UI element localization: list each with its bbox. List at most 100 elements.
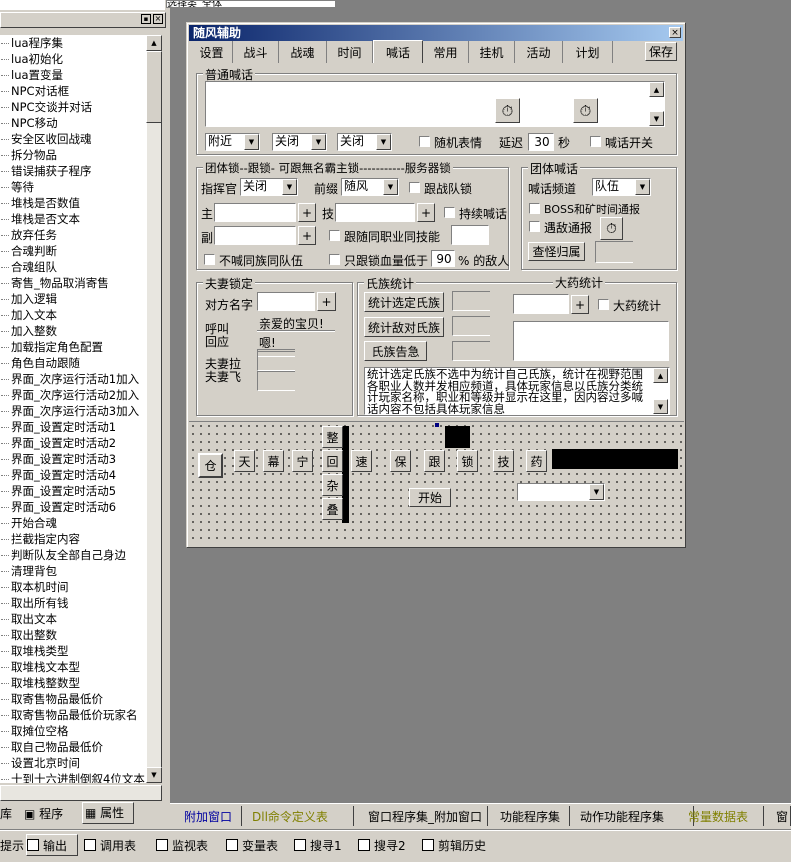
prefix-combo[interactable]: 随风 ▼ — [341, 178, 399, 196]
title-bar[interactable]: 随风辅助 × — [189, 25, 683, 41]
tree-item[interactable]: 取寄售物品最低价玩家名 — [0, 707, 146, 723]
tree-item[interactable]: 界面_次序运行活动3加入 — [0, 403, 146, 419]
tree-item[interactable]: 取本机时间 — [0, 579, 146, 595]
tree-item[interactable]: 合魂判断 — [0, 243, 146, 259]
tree-item[interactable]: NPC交谈并对话 — [0, 99, 146, 115]
window-close-button[interactable]: × — [669, 27, 681, 38]
action-key-button[interactable]: 跟 — [424, 450, 445, 472]
tab-1[interactable]: 战斗 — [233, 41, 279, 63]
tree-item[interactable]: 开始合魂 — [0, 515, 146, 531]
side-key-button[interactable]: 整 — [322, 426, 343, 448]
status-tab[interactable]: 提示 — [0, 834, 24, 856]
ide-tab[interactable]: 常量数据表 — [682, 806, 764, 826]
tree-item[interactable]: 合魂组队 — [0, 259, 146, 275]
tree-item[interactable]: 取寄售物品最低价 — [0, 691, 146, 707]
tree-item[interactable]: 拦截指定内容 — [0, 531, 146, 547]
tree-item[interactable]: 界面_次序运行活动2加入 — [0, 387, 146, 403]
tree-item[interactable]: 取出整数 — [0, 627, 146, 643]
tree-item[interactable]: 安全区收回战魂 — [0, 131, 146, 147]
program-tree[interactable]: lua程序集 lua初始化 lua置变量 NPC对话框 NPC交谈并对话 NPC移动 安全区… — [0, 35, 146, 783]
status-tab[interactable]: 搜寻2 — [358, 834, 418, 856]
medicine-add-button[interactable]: + — [571, 295, 589, 314]
tree-item[interactable]: 清理背包 — [0, 563, 146, 579]
tree-item[interactable]: 角色自动跟随 — [0, 355, 146, 371]
follow-same-input[interactable] — [451, 225, 489, 245]
clan-alarm-button[interactable]: 氏族告急 — [364, 341, 427, 361]
stat-enemy-button[interactable]: 统计敌对氏族 — [364, 317, 444, 337]
opt1-combo[interactable]: 关闭 ▼ — [272, 133, 327, 151]
bottom-combo[interactable]: ▼ — [517, 483, 605, 501]
key-button[interactable]: 宁 — [292, 450, 313, 472]
action-key-button[interactable]: 锁 — [457, 450, 478, 472]
key-button[interactable]: 天 — [234, 450, 255, 472]
delay-input[interactable]: 30 — [528, 133, 554, 151]
keep-shout-checkbox[interactable] — [444, 207, 455, 218]
shout-scroll-down[interactable]: ▼ — [649, 111, 664, 126]
top-input[interactable] — [0, 0, 165, 10]
action-key-button[interactable]: 技 — [493, 450, 514, 472]
tab-8[interactable]: 计划 — [563, 41, 613, 63]
tree-item[interactable]: 取堆栈文本型 — [0, 659, 146, 675]
tree-item[interactable]: NPC移动 — [0, 115, 146, 131]
medicine-list[interactable] — [513, 321, 669, 361]
tab-0[interactable]: 设置 — [191, 41, 233, 63]
side-key-button[interactable]: 叠 — [322, 498, 343, 520]
ide-tab[interactable]: 功能程序集 — [494, 806, 570, 826]
action-key-button[interactable]: 速 — [351, 450, 372, 472]
shout-switch-checkbox[interactable] — [590, 136, 601, 147]
range-combo[interactable]: 附近 ▼ — [205, 133, 260, 151]
tree-item[interactable]: 取堆栈整数型 — [0, 675, 146, 691]
tree-item[interactable]: 等待 — [0, 179, 146, 195]
status-tab[interactable]: 变量表 — [226, 834, 292, 856]
no-shout-checkbox[interactable] — [204, 254, 215, 265]
channel-combo[interactable]: 队伍 ▼ — [592, 178, 651, 196]
tree-item[interactable]: 十到十六进制倒叙4位文本 — [0, 771, 146, 783]
scroll-thumb[interactable] — [146, 51, 162, 123]
tree-item[interactable]: 取出文本 — [0, 611, 146, 627]
side-key-button[interactable]: 杂 — [322, 474, 343, 496]
tab-3[interactable]: 时间 — [327, 41, 373, 63]
program-tab[interactable]: ▣ 程序 — [24, 804, 80, 824]
tree-item[interactable]: 错误捕获子程序 — [0, 163, 146, 179]
start-button[interactable]: 开始 — [409, 488, 451, 507]
tree-item[interactable]: lua初始化 — [0, 51, 146, 67]
action-key-button[interactable]: 保 — [390, 450, 411, 472]
vice-add-button[interactable]: + — [298, 226, 316, 245]
status-tab[interactable]: 搜寻1 — [294, 834, 354, 856]
medicine-input[interactable] — [513, 294, 569, 314]
tree-item[interactable]: 界面_设置定时活动3 — [0, 451, 146, 467]
random-checkbox[interactable] — [419, 136, 430, 147]
ide-tab[interactable]: 窗 — [770, 806, 791, 826]
clan-desc-box[interactable]: 统计选定氏族不选中为统计自己氏族，统计在视野范围各职业人数并发相应频道，具体玩家… — [364, 367, 670, 415]
ide-tab[interactable]: 窗口程序集_附加窗口 — [362, 806, 488, 826]
stat-selected-button[interactable]: 统计选定氏族 — [364, 292, 444, 312]
tree-item[interactable]: NPC对话框 — [0, 83, 146, 99]
partner-name-input[interactable] — [257, 292, 315, 311]
enemy-checkbox[interactable] — [529, 221, 540, 232]
tree-item[interactable]: 界面_设置定时活动1 — [0, 419, 146, 435]
follow-same-checkbox[interactable] — [329, 230, 340, 241]
tree-item[interactable]: 加载指定角色配置 — [0, 339, 146, 355]
vice-input[interactable] — [214, 226, 296, 245]
tab-4[interactable]: 喊话 — [373, 40, 423, 63]
props-tab[interactable]: ▦ 属性 — [82, 802, 134, 824]
tab-5[interactable]: 常用 — [423, 41, 469, 63]
tree-item[interactable]: 寄售_物品取消寄售 — [0, 275, 146, 291]
medicine-checkbox[interactable] — [598, 299, 609, 310]
tree-item[interactable]: 设置北京时间 — [0, 755, 146, 771]
tree-item[interactable]: lua置变量 — [0, 67, 146, 83]
skill-add-button[interactable]: + — [417, 203, 435, 222]
close-icon[interactable]: × — [153, 14, 163, 24]
hp-input[interactable]: 90 — [431, 250, 455, 267]
ide-tab[interactable]: 动作功能程序集 — [574, 806, 694, 826]
tree-item[interactable]: 界面_设置定时活动4 — [0, 467, 146, 483]
commander-combo[interactable]: 关闭 ▼ — [240, 178, 298, 196]
tree-item[interactable]: 放弃任务 — [0, 227, 146, 243]
tree-item[interactable]: 判断队友全部自己身边 — [0, 547, 146, 563]
desc-scroll-down[interactable]: ▼ — [653, 399, 668, 414]
tree-item[interactable]: 堆栈是否文本 — [0, 211, 146, 227]
tree-item[interactable]: 取出所有钱 — [0, 595, 146, 611]
tab-7[interactable]: 活动 — [515, 41, 563, 63]
follow-war-checkbox[interactable] — [409, 182, 420, 193]
tree-item[interactable]: 取摊位空格 — [0, 723, 146, 739]
